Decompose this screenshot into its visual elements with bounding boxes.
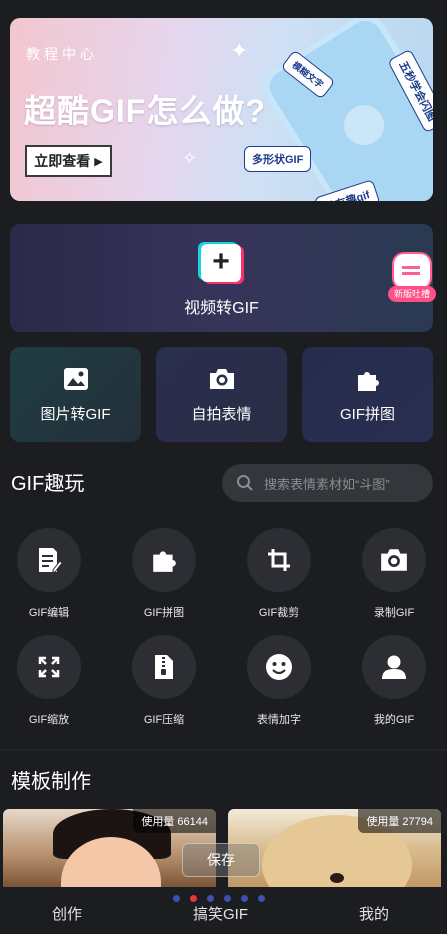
page-indicator bbox=[173, 895, 265, 902]
search-input[interactable]: 搜索表情素材如“斗图” bbox=[222, 464, 433, 502]
usage-count: 使用量 66144 bbox=[133, 809, 216, 833]
tool-gif-resize[interactable]: GIF缩放 bbox=[4, 635, 94, 727]
tool-record-gif[interactable]: 录制GIF bbox=[349, 528, 439, 620]
section-divider bbox=[0, 749, 447, 750]
banner-cta-label: 立即查看 bbox=[34, 153, 91, 169]
chat-bubble-icon bbox=[394, 254, 430, 288]
puzzle-icon bbox=[153, 551, 176, 572]
search-placeholder: 搜索表情素材如“斗图” bbox=[264, 476, 390, 492]
phone-illustration bbox=[255, 18, 433, 201]
tool-label: 录制GIF bbox=[373, 607, 415, 619]
video-to-gif-card[interactable]: + 视频转GIF bbox=[10, 224, 433, 332]
save-button[interactable]: 保存 bbox=[182, 843, 260, 877]
tool-my-gif[interactable]: 我的GIF bbox=[349, 635, 439, 727]
tutorial-banner[interactable]: 教程中心 超酷GIF怎么做? 立即查看 ▶ ✦ ✧ 模糊文字 五秒学会闪图 多形… bbox=[10, 18, 433, 201]
zip-file-icon bbox=[155, 655, 173, 679]
banner-subtitle: 教程中心 bbox=[26, 46, 98, 62]
puzzle-icon bbox=[302, 367, 433, 398]
page-dot bbox=[173, 895, 180, 902]
camera-icon bbox=[381, 549, 407, 571]
edit-doc-icon bbox=[39, 548, 62, 573]
feedback-badge[interactable]: 新版吐槽 bbox=[388, 254, 436, 306]
page-dot bbox=[224, 895, 231, 902]
tool-label: GIF编辑 bbox=[28, 607, 70, 619]
banner-cta-button[interactable]: 立即查看 ▶ bbox=[25, 145, 112, 177]
tool-label: 我的GIF bbox=[373, 714, 415, 726]
tool-sticker-text[interactable]: 表情加字 bbox=[234, 635, 324, 727]
search-icon bbox=[237, 475, 253, 491]
tool-label: GIF缩放 bbox=[28, 714, 70, 726]
tool-label: 表情加字 bbox=[257, 714, 301, 726]
banner-title: 超酷GIF怎么做? bbox=[24, 93, 266, 129]
usage-count: 使用量 27794 bbox=[358, 809, 441, 833]
video-to-gif-label: 视频转GIF bbox=[184, 300, 259, 317]
resize-icon bbox=[38, 656, 60, 678]
nav-create[interactable]: 创作 bbox=[52, 887, 82, 934]
crop-icon bbox=[268, 549, 290, 571]
gif-collage-label: GIF拼图 bbox=[340, 406, 395, 423]
smiley-icon bbox=[266, 654, 292, 680]
page-dot bbox=[258, 895, 265, 902]
image-to-gif-label: 图片转GIF bbox=[40, 406, 111, 423]
page-dot bbox=[207, 895, 214, 902]
plus-icon: + bbox=[201, 244, 241, 282]
tool-gif-collage[interactable]: GIF拼图 bbox=[119, 528, 209, 620]
page-dot-active bbox=[190, 895, 197, 902]
sparkle-icon: ✦ bbox=[230, 38, 249, 63]
person-icon bbox=[382, 655, 406, 679]
selfie-sticker-card[interactable]: 自拍表情 bbox=[156, 347, 287, 442]
page-dot bbox=[241, 895, 248, 902]
camera-icon bbox=[156, 367, 287, 396]
tool-label: GIF拼图 bbox=[143, 607, 185, 619]
nav-mine[interactable]: 我的 bbox=[359, 887, 389, 934]
tool-label: GIF裁剪 bbox=[258, 607, 300, 619]
templates-title: 模板制作 bbox=[11, 771, 91, 793]
tool-gif-compress[interactable]: GIF压缩 bbox=[119, 635, 209, 727]
gif-collage-card[interactable]: GIF拼图 bbox=[302, 347, 433, 442]
tool-label: GIF压缩 bbox=[143, 714, 185, 726]
play-triangle-icon: ▶ bbox=[94, 155, 103, 168]
tool-gif-edit[interactable]: GIF编辑 bbox=[4, 528, 94, 620]
image-icon bbox=[10, 367, 141, 396]
feedback-badge-label: 新版吐槽 bbox=[388, 286, 436, 302]
sparkle-icon: ✧ bbox=[182, 148, 198, 168]
gif-fun-title: GIF趣玩 bbox=[11, 473, 85, 495]
tool-gif-crop[interactable]: GIF裁剪 bbox=[234, 528, 324, 620]
selfie-sticker-label: 自拍表情 bbox=[191, 406, 252, 423]
banner-tag: 多形状GIF bbox=[244, 146, 312, 172]
image-to-gif-card[interactable]: 图片转GIF bbox=[10, 347, 141, 442]
